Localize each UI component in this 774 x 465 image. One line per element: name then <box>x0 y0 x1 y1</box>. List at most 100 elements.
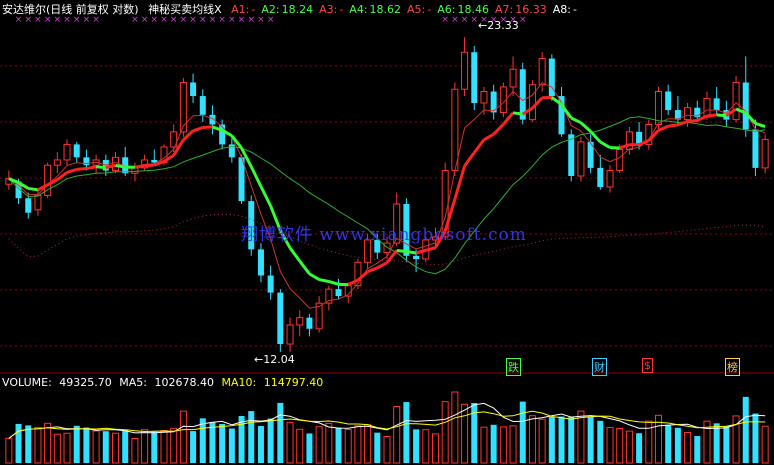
candle-body <box>742 82 749 130</box>
volume-bar <box>228 428 235 463</box>
volume-bar <box>63 432 71 464</box>
event-marker-1: 财 <box>592 358 607 376</box>
event-marker-2: $ <box>642 358 653 373</box>
ma-thick-segment <box>502 111 515 126</box>
ma-thick-segment <box>105 164 116 170</box>
ma5-value: 102678.40 <box>154 376 215 389</box>
field-value-5: 18.46 <box>457 3 489 16</box>
candle-body <box>413 255 420 260</box>
ma-thick-segment <box>28 186 39 192</box>
candle-body <box>34 194 42 211</box>
ma-thick-segment <box>367 266 378 274</box>
volume-bar <box>374 432 381 463</box>
volume-bar <box>742 396 749 463</box>
candle-body <box>461 51 469 90</box>
volume-bar <box>509 425 517 464</box>
volume-bar <box>53 433 61 464</box>
volume-bar <box>674 427 681 463</box>
field-label-1: A2: <box>261 3 280 16</box>
candle-body <box>509 68 517 88</box>
volume-bar <box>277 402 284 463</box>
ma-thick-segment <box>716 113 727 118</box>
field-label-0: A1: <box>231 3 250 16</box>
ma-thick-segment <box>56 171 68 181</box>
ma-thick-segment <box>599 140 611 149</box>
volume-bar <box>296 428 304 464</box>
volume-bar <box>558 416 565 463</box>
volume-bar <box>490 424 497 463</box>
candle-body <box>83 157 90 166</box>
ma-thick-segment <box>66 167 78 174</box>
volume-bar <box>92 430 100 464</box>
volume-bar <box>219 423 226 463</box>
candle-body <box>684 107 692 121</box>
candle-body <box>267 275 274 293</box>
ma-thick-segment <box>76 167 87 171</box>
ma-thick-segment <box>308 272 320 281</box>
field-value-3: 18.62 <box>369 3 402 16</box>
field-label-7: A8: <box>552 3 571 16</box>
ma-thick-segment <box>677 119 689 127</box>
ma10-value: 114797.40 <box>263 376 324 389</box>
ma-thick-segment <box>483 132 495 142</box>
volume-bar <box>461 403 469 464</box>
volume-bar <box>665 424 672 463</box>
event-marker-0: 跌 <box>506 358 521 376</box>
volume-bar <box>102 431 109 463</box>
volume-bar <box>723 426 730 463</box>
candle-body <box>713 98 720 111</box>
volume-bar <box>267 418 274 463</box>
volume-bar <box>112 432 120 464</box>
candle-body <box>306 317 313 329</box>
ma-thick-segment <box>687 119 698 123</box>
volume-bar <box>606 426 614 464</box>
ma-thick-segment <box>570 116 582 125</box>
volume-bar <box>344 429 352 464</box>
volume-bar <box>480 426 488 464</box>
field-label-3: A4: <box>349 3 368 16</box>
candlestick-series <box>5 37 769 352</box>
watermark: 翔博软件 www.xiangbosoft.com <box>241 225 527 245</box>
volume-bar <box>286 421 294 464</box>
volume-bar <box>538 418 546 464</box>
volume-bar <box>257 426 264 463</box>
field-label-2: A3: <box>319 3 338 16</box>
volume-bar <box>587 416 594 463</box>
ma-thick-segment <box>318 278 330 283</box>
ma-thick-segment <box>134 164 145 169</box>
volume-bar <box>548 416 555 463</box>
volume-bar <box>25 425 32 463</box>
volume-bar <box>393 406 401 464</box>
candle-body <box>179 81 187 133</box>
high-price-value: 23.33 <box>487 19 519 32</box>
candle-body <box>286 324 294 345</box>
volume-bar <box>179 410 187 464</box>
ma-thick-segment <box>288 247 301 262</box>
ma-thick-segment <box>298 260 311 275</box>
ma-thin-red <box>8 82 766 309</box>
volume-bar <box>441 401 449 464</box>
candle-body <box>451 88 459 172</box>
ma-thick-segment <box>202 125 213 130</box>
ma-thick-segment <box>396 248 407 254</box>
volume-bar <box>577 410 585 464</box>
ma-thick-segment <box>259 185 272 207</box>
candle-body <box>296 317 304 326</box>
volume-bar <box>83 427 90 463</box>
indicator-fields: A1: - A2: 18.24 A3: - A4: 18.62 A5: - A6: 18.46 A7: 1… <box>231 3 583 16</box>
candle-body <box>568 134 575 176</box>
volume-bar <box>306 433 313 463</box>
candle-body <box>257 249 264 276</box>
volume-bar <box>422 429 430 464</box>
volume-bar <box>73 425 80 463</box>
ma-thick-segment <box>406 250 417 255</box>
volume-bar <box>519 401 526 463</box>
candle-body <box>53 159 61 166</box>
volume-bar <box>431 433 439 464</box>
ma-thick-segment <box>144 163 155 168</box>
volume-bar <box>499 426 507 464</box>
volume-bar <box>684 432 692 464</box>
volume-bar <box>713 423 720 463</box>
low-price-value: 12.04 <box>263 353 295 366</box>
moving-average-lines <box>8 82 766 309</box>
